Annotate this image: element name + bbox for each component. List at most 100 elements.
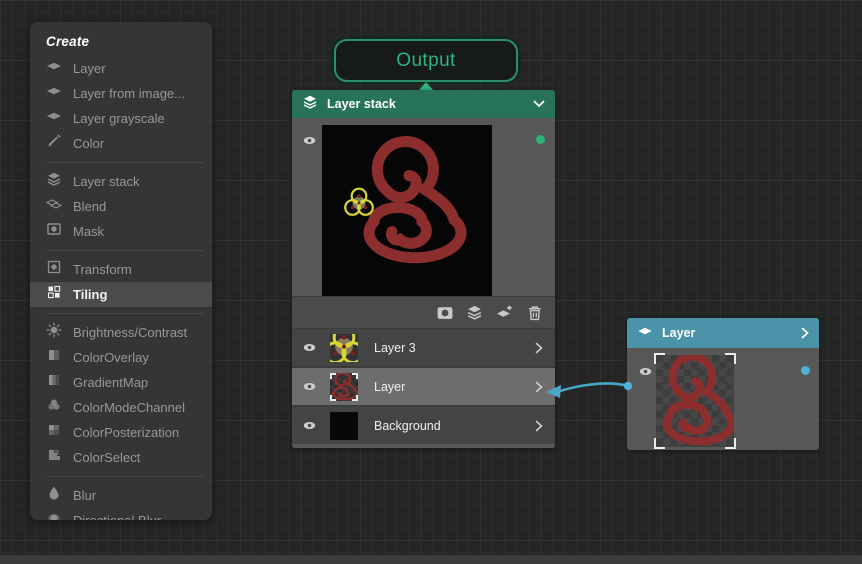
menu-item-directional-blur[interactable]: Directional Blur xyxy=(30,508,212,520)
menu-item-colorposterization[interactable]: ColorPosterization xyxy=(30,420,212,445)
menu-item-layer[interactable]: Layer xyxy=(30,56,212,81)
chevron-right-icon[interactable] xyxy=(535,420,543,432)
mask-icon xyxy=(46,221,62,242)
visibility-eye-icon[interactable] xyxy=(302,420,318,432)
layer-row-label: Layer 3 xyxy=(374,340,416,355)
menu-item-label: Mask xyxy=(73,224,105,239)
selection-corner xyxy=(654,438,665,449)
menu-item-label: Brightness/Contrast xyxy=(73,325,188,340)
layer-output-socket[interactable] xyxy=(801,366,810,375)
selection-corner xyxy=(725,353,736,364)
menu-item-label: Tiling xyxy=(73,287,108,302)
mask-tool-icon[interactable] xyxy=(436,304,453,321)
output-node[interactable]: Output xyxy=(334,39,518,82)
layer-stack-node-title: Layer stack xyxy=(327,97,396,111)
menu-item-layer-stack[interactable]: Layer stack xyxy=(30,169,212,194)
menu-item-label: ColorSelect xyxy=(73,450,141,465)
output-input-socket[interactable] xyxy=(419,82,433,90)
tiling-icon xyxy=(46,284,62,305)
menu-item-label: Layer grayscale xyxy=(73,111,165,126)
stack-visibility-eye-icon[interactable] xyxy=(302,134,318,146)
color-select-icon xyxy=(46,447,62,468)
menu-item-label: Transform xyxy=(73,262,132,277)
color-posterization-icon xyxy=(46,422,62,443)
menu-item-colorselect[interactable]: ColorSelect xyxy=(30,445,212,470)
layer-icon xyxy=(46,83,62,104)
visibility-eye-icon[interactable] xyxy=(302,342,318,354)
menu-item-colormodechannel[interactable]: ColorModeChannel xyxy=(30,395,212,420)
menu-item-brightness-contrast[interactable]: Brightness/Contrast xyxy=(30,320,212,345)
menu-item-tiling[interactable]: Tiling xyxy=(30,282,212,307)
color-icon xyxy=(46,133,62,154)
menu-item-label: Directional Blur xyxy=(73,513,161,520)
menu-divider xyxy=(46,162,204,163)
menu-divider xyxy=(46,476,204,477)
output-node-label: Output xyxy=(396,49,456,71)
layer-row-layer-3[interactable]: Layer 3 xyxy=(292,329,555,366)
layer-thumbnail xyxy=(330,372,358,401)
layer-row-layer[interactable]: Layer xyxy=(292,368,555,405)
layer-stack-node: Layer stack Layer 3 Layer Background xyxy=(292,90,555,448)
layer-thumbnail xyxy=(330,333,358,362)
layer-stack-icon xyxy=(46,171,62,192)
create-menu: Create Layer Layer from image... Layer gra… xyxy=(30,22,212,520)
trash-icon[interactable] xyxy=(526,304,543,321)
layer-stack-toolbar xyxy=(292,296,555,329)
blend-icon xyxy=(45,196,63,217)
menu-item-label: Layer from image... xyxy=(73,86,185,101)
blur-icon xyxy=(46,485,62,506)
create-menu-items: Layer Layer from image... Layer grayscale C… xyxy=(30,56,212,520)
chevron-right-icon[interactable] xyxy=(801,327,809,339)
menu-item-transform[interactable]: Transform xyxy=(30,257,212,282)
menu-item-label: ColorPosterization xyxy=(73,425,180,440)
menu-item-label: Blur xyxy=(73,488,97,503)
add-layer-tool-icon[interactable] xyxy=(496,304,513,321)
menu-item-blur[interactable]: Blur xyxy=(30,483,212,508)
menu-item-label: GradientMap xyxy=(73,375,149,390)
menu-item-label: Color xyxy=(73,136,105,151)
menu-item-label: Blend xyxy=(73,199,107,214)
layer-visibility-eye-icon[interactable] xyxy=(638,365,654,377)
menu-item-coloroverlay[interactable]: ColorOverlay xyxy=(30,345,212,370)
menu-item-label: ColorModeChannel xyxy=(73,400,186,415)
stack-output-socket[interactable] xyxy=(536,135,545,144)
menu-divider xyxy=(46,313,204,314)
gradient-map-icon xyxy=(46,372,62,393)
layer-stack-preview-area xyxy=(292,118,555,296)
layer-node-preview xyxy=(654,352,736,449)
create-menu-title: Create xyxy=(46,34,90,49)
chevron-down-icon[interactable] xyxy=(533,100,545,108)
menu-item-label: Layer stack xyxy=(73,174,140,189)
layers-tool-icon[interactable] xyxy=(466,304,483,321)
selection-corner xyxy=(725,438,736,449)
menu-item-color[interactable]: Color xyxy=(30,131,212,156)
selection-corner xyxy=(654,353,665,364)
layer-row-label: Background xyxy=(374,418,441,433)
layer-node-title: Layer xyxy=(662,326,696,340)
chevron-right-icon[interactable] xyxy=(535,381,543,393)
menu-item-layer-from-image[interactable]: Layer from image... xyxy=(30,81,212,106)
menu-item-layer-grayscale[interactable]: Layer grayscale xyxy=(30,106,212,131)
menu-item-blend[interactable]: Blend xyxy=(30,194,212,219)
layer-icon xyxy=(46,58,62,79)
transform-icon xyxy=(46,259,62,280)
layer-thumbnail xyxy=(330,411,358,440)
layer-stack-node-header[interactable]: Layer stack xyxy=(292,90,555,118)
layer-node-body xyxy=(627,348,819,450)
node-editor-canvas[interactable]: Create Layer Layer from image... Layer gra… xyxy=(0,0,862,564)
layer-icon xyxy=(46,108,62,129)
layer-stack-composite-preview xyxy=(322,125,492,296)
chevron-right-icon[interactable] xyxy=(535,342,543,354)
menu-item-mask[interactable]: Mask xyxy=(30,219,212,244)
menu-item-label: ColorOverlay xyxy=(73,350,149,365)
brightness-contrast-icon xyxy=(46,322,62,343)
horizontal-scrollbar[interactable] xyxy=(0,555,862,564)
layers-icon xyxy=(302,94,318,115)
layer-row-background[interactable]: Background xyxy=(292,407,555,444)
layer-node-header[interactable]: Layer xyxy=(627,318,819,348)
visibility-eye-icon[interactable] xyxy=(302,381,318,393)
directional-blur-icon xyxy=(46,510,62,520)
layer-stack-rows: Layer 3 Layer Background xyxy=(292,329,555,444)
menu-item-gradientmap[interactable]: GradientMap xyxy=(30,370,212,395)
color-overlay-icon xyxy=(46,347,62,368)
